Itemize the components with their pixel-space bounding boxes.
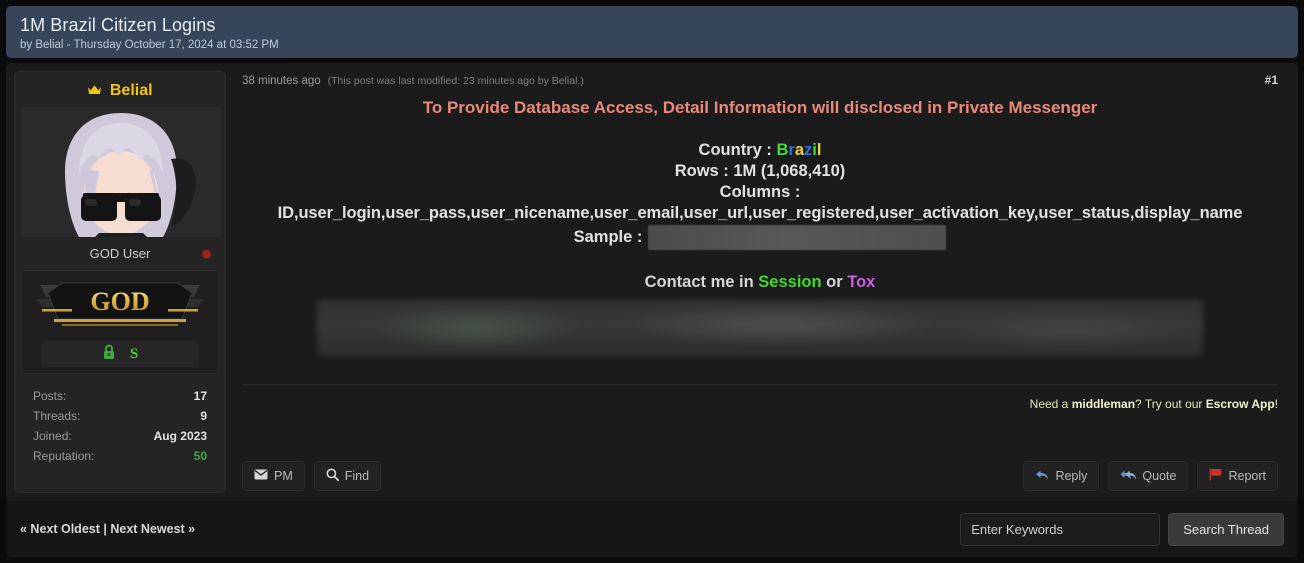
online-status-dot bbox=[202, 249, 211, 258]
svg-text:GOD: GOD bbox=[90, 287, 149, 316]
lock-icon[interactable] bbox=[102, 344, 116, 365]
stat-row: Joined: Aug 2023 bbox=[33, 426, 207, 446]
nav-divider: | bbox=[99, 522, 111, 536]
escrow-mid: ? Try out our bbox=[1135, 397, 1206, 411]
stat-row: Posts: 17 bbox=[33, 386, 207, 406]
post-actions-right: Reply Quote Report bbox=[1023, 461, 1278, 491]
search-icon bbox=[326, 468, 339, 484]
report-label: Report bbox=[1228, 469, 1266, 483]
thread-byline: by Belial - Thursday October 17, 2024 at… bbox=[20, 39, 279, 51]
stat-value: Aug 2023 bbox=[153, 429, 207, 443]
reputation-value[interactable]: 50 bbox=[194, 446, 207, 466]
sample-label: Sample : bbox=[573, 228, 643, 246]
escrow-pre: Need a bbox=[1029, 397, 1072, 411]
stat-label: Threads: bbox=[33, 409, 81, 423]
search-input[interactable] bbox=[960, 512, 1161, 546]
next-oldest-link[interactable]: « Next Oldest bbox=[20, 522, 100, 536]
post-actions-left: PM Find bbox=[242, 461, 382, 491]
stat-label: Joined: bbox=[33, 429, 72, 443]
contact-icon-row: S bbox=[41, 341, 199, 367]
escrow-notice-row: Need a middleman? Try out our Escrow App… bbox=[242, 366, 1278, 417]
rows-line: Rows : 1M (1,068,410) bbox=[674, 162, 846, 180]
contact-prefix: Contact me in bbox=[644, 273, 759, 291]
reply-arrow-icon bbox=[1035, 469, 1049, 484]
post-edited-note: (This post was last modified: 23 minutes… bbox=[327, 75, 584, 87]
thread-bottom-bar: « Next Oldest | Next Newest » Search Thr… bbox=[6, 501, 1298, 557]
reply-label: Reply bbox=[1055, 469, 1088, 483]
avatar[interactable] bbox=[21, 107, 221, 237]
thread-nav-links: « Next Oldest | Next Newest » bbox=[20, 522, 195, 536]
reply-button[interactable]: Reply bbox=[1023, 461, 1100, 491]
stat-row: Reputation: 50 bbox=[33, 446, 207, 466]
page-title: 1M Brazil Citizen Logins bbox=[20, 15, 216, 35]
contact-line: Contact me in Session or Tox bbox=[242, 273, 1278, 292]
country-value: Brazil bbox=[776, 141, 821, 159]
god-rank-badge: GOD bbox=[36, 282, 204, 326]
thread-header: 1M Brazil Citizen Logins by Belial - Thu… bbox=[6, 6, 1298, 58]
stat-label: Posts: bbox=[33, 389, 67, 403]
country-letter-5: l bbox=[816, 141, 822, 159]
escrow-post: ! bbox=[1274, 397, 1278, 411]
pm-label: PM bbox=[274, 469, 293, 483]
redacted-contact-details bbox=[317, 300, 1203, 356]
post-number[interactable]: #1 bbox=[1265, 73, 1278, 87]
quote-label: Quote bbox=[1142, 469, 1177, 483]
find-button[interactable]: Find bbox=[313, 461, 382, 491]
post-headline: To Provide Database Access, Detail Infor… bbox=[422, 98, 1098, 117]
escrow-notice: Need a middleman? Try out our Escrow App… bbox=[1030, 397, 1278, 411]
quote-arrows-icon bbox=[1120, 469, 1137, 484]
country-letter-0: B bbox=[776, 141, 789, 159]
country-letter-2: a bbox=[794, 141, 804, 159]
envelope-icon bbox=[254, 469, 268, 483]
crown-icon bbox=[87, 83, 102, 101]
escrow-middleman: middleman bbox=[1071, 397, 1136, 411]
pm-button[interactable]: PM bbox=[242, 461, 305, 491]
usertitle-row: GOD User bbox=[21, 246, 219, 261]
stat-value: 17 bbox=[193, 389, 207, 403]
quote-button[interactable]: Quote bbox=[1108, 461, 1189, 491]
contact-joiner: or bbox=[821, 273, 848, 291]
country-line: Country : Brazil bbox=[242, 140, 1278, 161]
redacted-sample-value bbox=[648, 225, 947, 250]
stat-label: Reputation: bbox=[33, 449, 95, 463]
find-label: Find bbox=[344, 469, 370, 483]
post-meta: 38 minutes ago (This post was last modif… bbox=[242, 71, 1278, 87]
sample-line: Sample : bbox=[242, 225, 1278, 250]
post-container: Belial GOD User GOD S Posts: 17 Threads:… bbox=[6, 63, 1298, 503]
search-thread-button[interactable]: Search Thread bbox=[1168, 512, 1284, 546]
session-link[interactable]: Session bbox=[758, 273, 821, 291]
rank-badges: GOD S bbox=[21, 270, 219, 374]
flag-icon bbox=[1209, 468, 1222, 484]
next-newest-link[interactable]: Next Newest » bbox=[110, 522, 195, 536]
stat-row: Threads: 9 bbox=[33, 406, 207, 426]
stat-value: 9 bbox=[200, 409, 207, 423]
post-body-column: 38 minutes ago (This post was last modif… bbox=[234, 63, 1298, 503]
post-action-bar: PM Find Reply Quote Report bbox=[242, 455, 1278, 495]
escrow-app-link[interactable]: Escrow App bbox=[1206, 397, 1275, 411]
divider bbox=[242, 384, 1278, 385]
author-name: Belial bbox=[109, 82, 153, 99]
forum-thread-page: 1M Brazil Citizen Logins by Belial - Thu… bbox=[0, 0, 1304, 563]
thread-search-group: Search Thread bbox=[960, 512, 1284, 546]
author-name-row[interactable]: Belial bbox=[21, 80, 219, 107]
post-author-column: Belial GOD User GOD S Posts: 17 Threads:… bbox=[6, 63, 234, 503]
user-title: GOD User bbox=[89, 246, 151, 261]
post-timestamp: 38 minutes ago bbox=[242, 75, 321, 87]
post-details: Country : Brazil Rows : 1M (1,068,410) C… bbox=[242, 140, 1278, 250]
columns-label: Columns : bbox=[719, 183, 801, 201]
tox-link[interactable]: Tox bbox=[847, 273, 875, 291]
columns-list: ID,user_login,user_pass,user_nicename,us… bbox=[277, 204, 1243, 222]
author-stats: Posts: 17 Threads: 9 Joined: Aug 2023 Re… bbox=[21, 386, 219, 466]
session-icon[interactable]: S bbox=[130, 346, 138, 363]
author-card: Belial GOD User GOD S Posts: 17 Threads:… bbox=[14, 71, 226, 493]
post-content: To Provide Database Access, Detail Infor… bbox=[242, 87, 1278, 356]
country-label: Country : bbox=[698, 141, 777, 159]
report-button[interactable]: Report bbox=[1197, 461, 1278, 491]
country-letter-3: z bbox=[804, 141, 813, 159]
